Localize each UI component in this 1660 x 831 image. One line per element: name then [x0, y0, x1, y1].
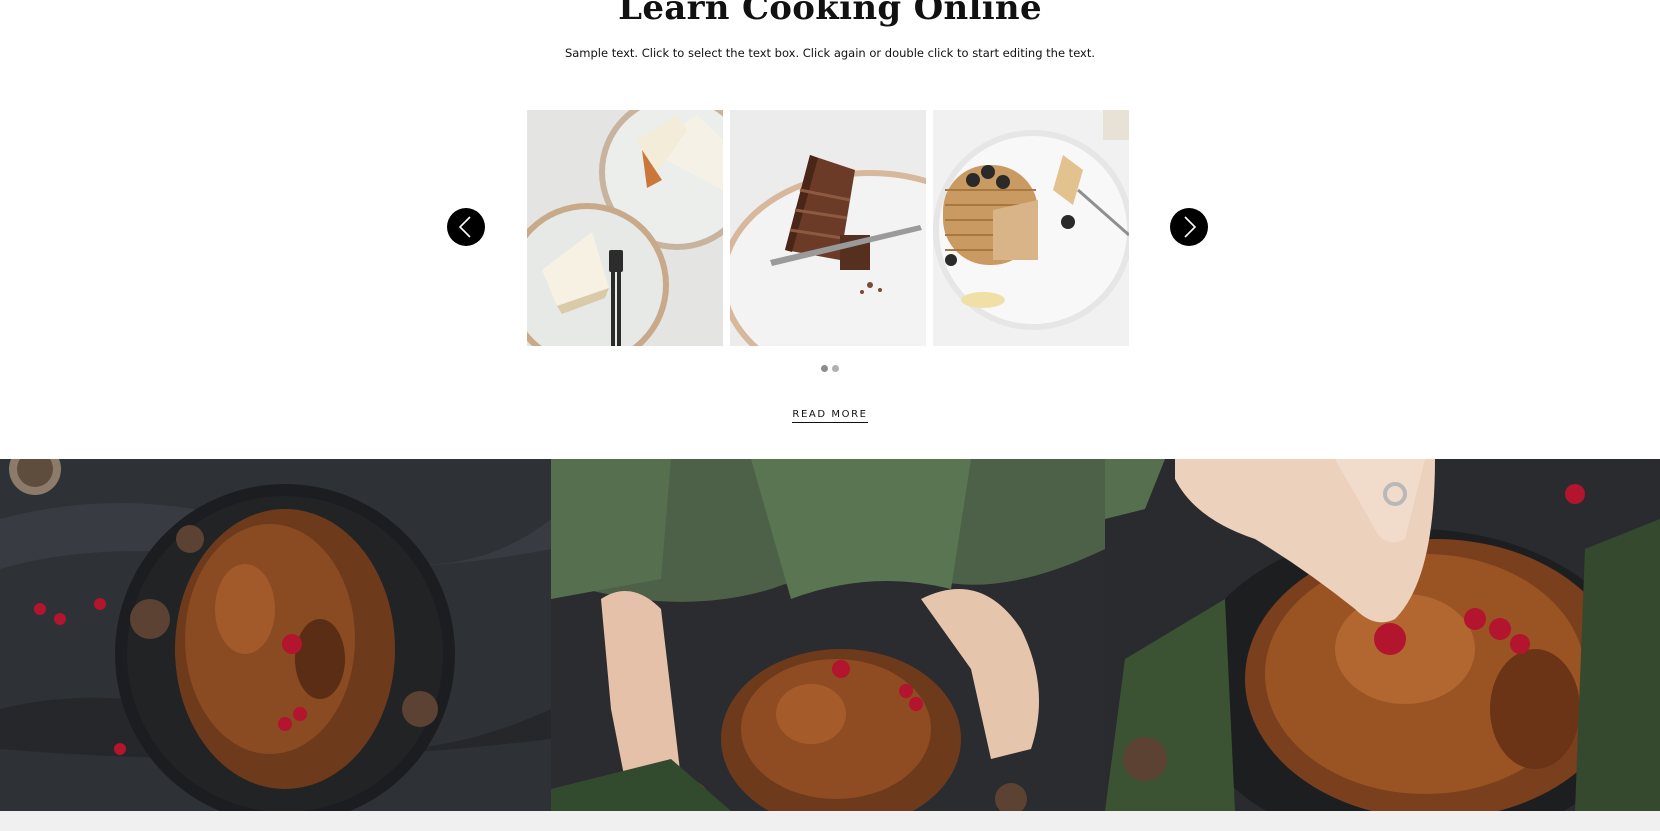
pancakes-photo — [933, 110, 1129, 346]
carousel-indicators — [0, 365, 1660, 372]
page-title: Learn Cooking Online — [618, 0, 1042, 28]
photo-gallery — [0, 459, 1660, 811]
read-more-link[interactable]: READ MORE — [792, 409, 868, 423]
footer-strip — [0, 811, 1660, 831]
carousel — [527, 110, 1130, 346]
chevron-left-icon — [458, 216, 471, 238]
carousel-slide[interactable] — [730, 110, 926, 346]
carousel-dot-2[interactable] — [832, 365, 839, 372]
carousel-prev-button[interactable] — [447, 208, 485, 246]
gallery-photo — [0, 459, 551, 811]
carousel-next-button[interactable] — [1170, 208, 1208, 246]
carousel-slide[interactable] — [527, 110, 723, 346]
cake-slices-photo — [527, 110, 723, 346]
carousel-slide[interactable] — [933, 110, 1129, 346]
gallery-photo — [1105, 459, 1660, 811]
roast-chicken-photo — [0, 459, 551, 811]
hand-garnishing-chicken-photo — [1105, 459, 1660, 811]
carousel-dot-1[interactable] — [821, 365, 828, 372]
page-subtitle: Sample text. Click to select the text bo… — [564, 46, 1096, 60]
hands-serving-chicken-photo — [551, 459, 1105, 811]
chevron-right-icon — [1184, 216, 1197, 238]
chocolate-cake-photo — [730, 110, 926, 346]
gallery-photo — [551, 459, 1105, 811]
read-more-container: READ MORE — [0, 402, 1660, 423]
